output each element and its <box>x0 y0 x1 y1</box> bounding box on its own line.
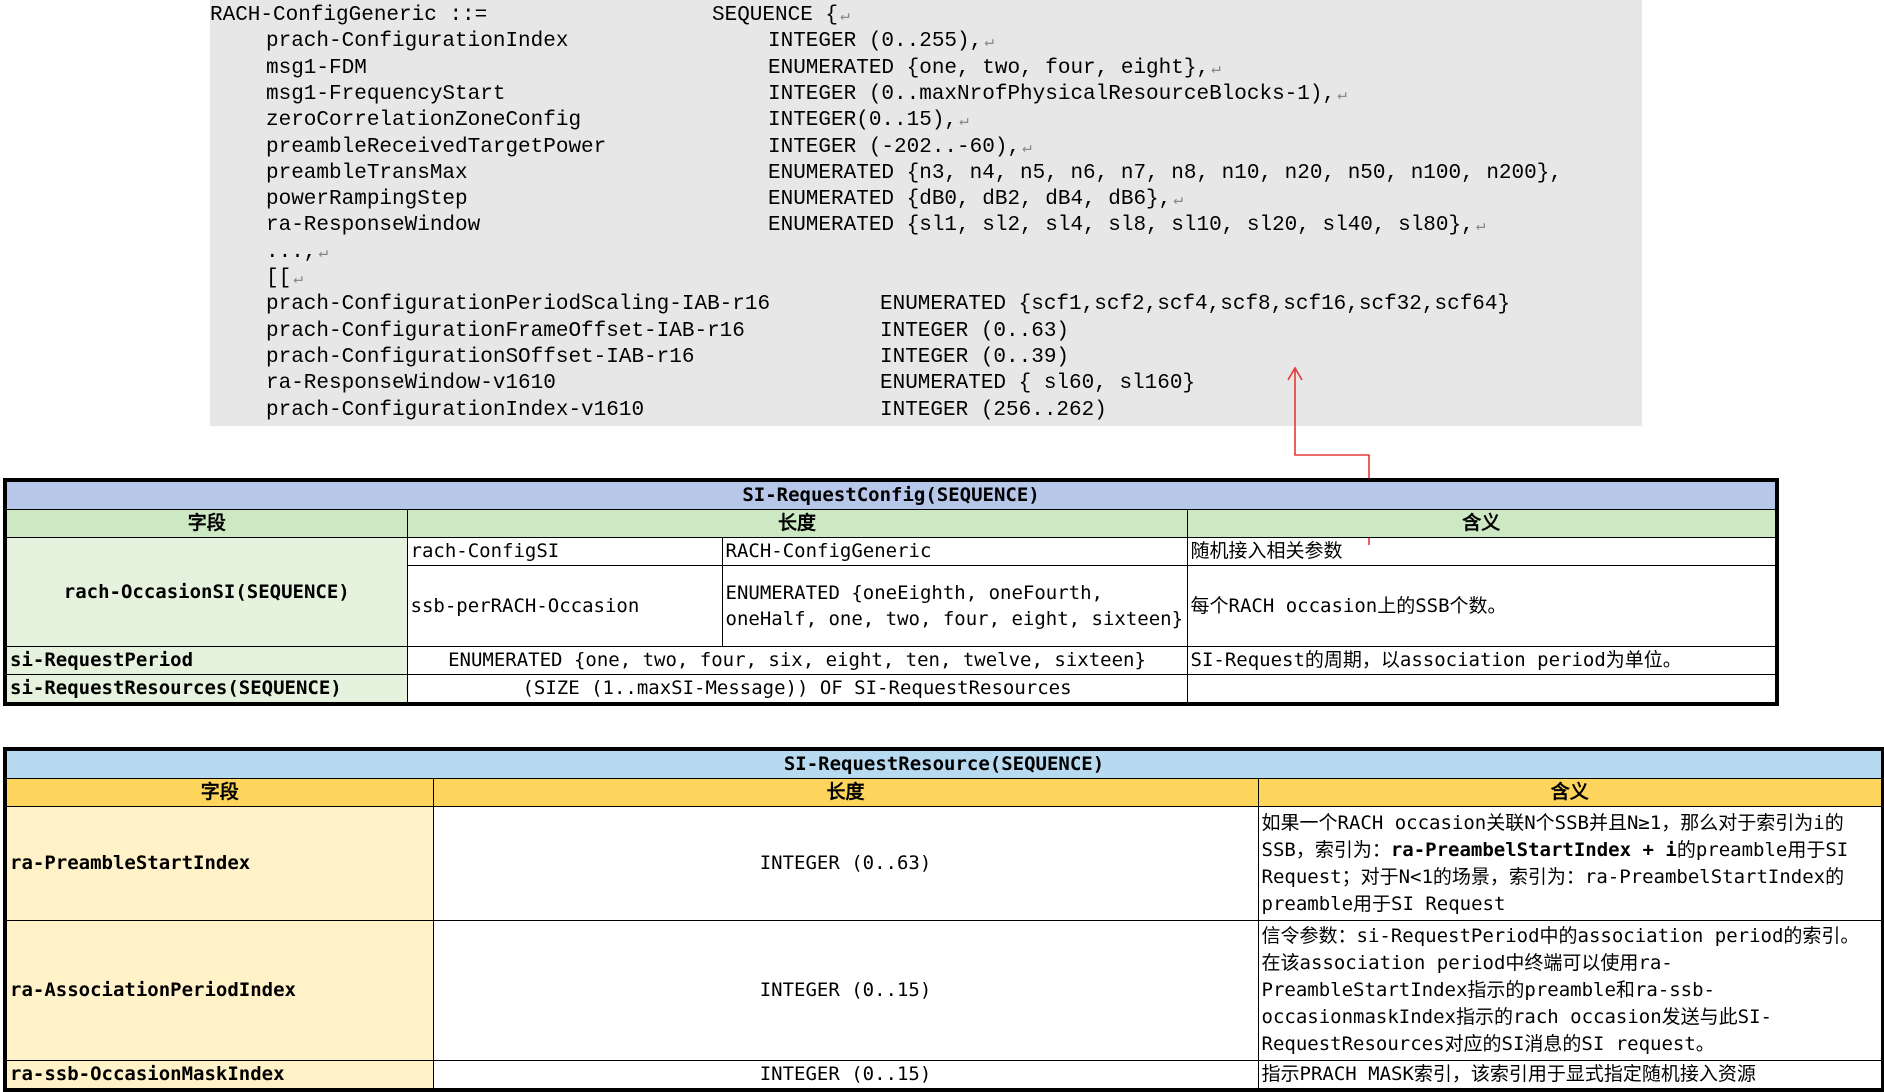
cell-meaning: SI-Request的周期，以association period为单位。 <box>1186 646 1778 675</box>
field-si-request-period: si-RequestPeriod <box>4 646 408 675</box>
header-field: 字段 <box>4 509 408 538</box>
cell-meaning: 如果一个RACH occasion关联N个SSB并且N≥1，那么对于索引为i的S… <box>1257 806 1884 921</box>
si-request-resource-table: SI-RequestResource(SEQUENCE) 字段 长度 含义 ra… <box>3 747 1884 1092</box>
meaning-formula: ra-PreambelStartIndex + i <box>1390 838 1677 861</box>
cell-length: INTEGER (0..15) <box>432 1060 1259 1091</box>
cell-length: INTEGER (0..15) <box>432 920 1259 1061</box>
table-title: SI-RequestConfig(SEQUENCE) <box>4 479 1778 510</box>
cell-length: ENUMERATED {one, two, four, six, eight, … <box>406 646 1188 675</box>
cell-sub-length: RACH-ConfigGeneric <box>721 537 1188 566</box>
field-si-request-resources: si-RequestResources(SEQUENCE) <box>4 674 408 705</box>
cell-meaning: 随机接入相关参数 <box>1186 537 1778 566</box>
header-meaning: 含义 <box>1186 509 1778 538</box>
si-request-config-table: SI-RequestConfig(SEQUENCE) 字段 长度 含义 rach… <box>3 478 1780 706</box>
cell-length: (SIZE (1..maxSI-Message)) OF SI-RequestR… <box>406 674 1188 705</box>
header-field: 字段 <box>4 778 434 807</box>
field-ra-preamble-start-index: ra-PreambleStartIndex <box>4 806 434 921</box>
cell-meaning: 信令参数：si-RequestPeriod中的association perio… <box>1257 920 1884 1061</box>
cell-sub-name: rach-ConfigSI <box>406 537 723 566</box>
field-ra-association-period-index: ra-AssociationPeriodIndex <box>4 920 434 1061</box>
cell-length: INTEGER (0..63) <box>432 806 1259 921</box>
cell-meaning: 每个RACH occasion上的SSB个数。 <box>1186 565 1778 647</box>
table-title: SI-RequestResource(SEQUENCE) <box>4 748 1884 779</box>
cell-sub-name: ssb-perRACH-Occasion <box>406 565 723 647</box>
header-length: 长度 <box>432 778 1259 807</box>
field-ra-ssb-occasion-mask-index: ra-ssb-OccasionMaskIndex <box>4 1060 434 1091</box>
cell-meaning <box>1186 674 1778 705</box>
cell-sub-length: ENUMERATED {oneEighth, oneFourth, oneHal… <box>721 565 1188 647</box>
header-length: 长度 <box>406 509 1188 538</box>
header-meaning: 含义 <box>1257 778 1884 807</box>
field-rach-occasion-si: rach-OccasionSI(SEQUENCE) <box>4 537 408 647</box>
annotation-arrow <box>1287 366 1370 545</box>
cell-meaning: 指示PRACH MASK索引，该索引用于显式指定随机接入资源 <box>1257 1060 1884 1091</box>
